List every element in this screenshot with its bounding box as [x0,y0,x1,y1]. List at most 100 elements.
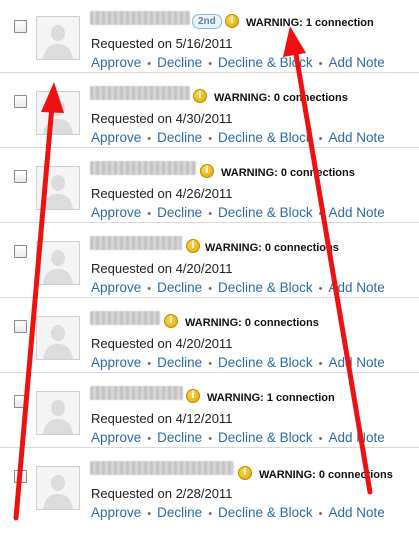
avatar[interactable] [36,91,80,135]
add-note-link[interactable]: Add Note [328,505,384,520]
warning-info-icon: i [225,14,239,28]
add-note-link[interactable]: Add Note [328,55,384,70]
select-checkbox[interactable] [14,470,27,483]
approve-link[interactable]: Approve [91,280,141,295]
avatar[interactable] [36,466,80,510]
action-links: Approve • Decline • Decline & Block • Add Note [91,280,385,297]
action-links: Approve • Decline • Decline & Block • Add Note [91,205,385,222]
separator: • [318,283,323,295]
default-avatar-icon [37,467,79,509]
decline-block-link[interactable]: Decline & Block [218,280,313,295]
list-item: i WARNING: 1 connection Requested on 4/1… [0,372,419,448]
decline-block-link[interactable]: Decline & Block [218,355,313,370]
decline-link[interactable]: Decline [157,355,202,370]
list-item: i WARNING: 0 connections Requested on 4/… [0,147,419,223]
blurred-name[interactable] [90,11,190,25]
select-checkbox[interactable] [14,395,27,408]
action-links: Approve • Decline • Decline & Block • Add Note [91,355,385,372]
decline-link[interactable]: Decline [157,505,202,520]
decline-block-link[interactable]: Decline & Block [218,430,313,445]
decline-block-link[interactable]: Decline & Block [218,55,313,70]
approve-link[interactable]: Approve [91,205,141,220]
separator: • [318,58,323,70]
action-links: Approve • Decline • Decline & Block • Add Note [91,55,385,72]
decline-block-link[interactable]: Decline & Block [218,205,313,220]
warning-text: WARNING: 1 connection [246,17,374,29]
requested-date: Requested on 4/26/2011 [91,186,233,201]
separator: • [147,283,152,295]
warning-text: WARNING: 0 connections [205,242,339,254]
add-note-link[interactable]: Add Note [328,355,384,370]
select-checkbox[interactable] [14,95,27,108]
requested-date: Requested on 2/28/2011 [91,486,233,501]
separator: • [208,58,213,70]
warning-text: WARNING: 0 connections [221,167,355,179]
list-item: i WARNING: 0 connections Requested on 2/… [0,447,419,523]
requested-date: Requested on 5/16/2011 [91,36,233,51]
decline-link[interactable]: Decline [157,430,202,445]
avatar[interactable] [36,166,80,210]
separator: • [147,508,152,520]
requested-date: Requested on 4/12/2011 [91,411,233,426]
separator: • [318,433,323,445]
warning-text: WARNING: 0 connections [185,317,319,329]
avatar[interactable] [36,316,80,360]
default-avatar-icon [37,392,79,434]
warning-text: WARNING: 0 connections [214,92,348,104]
warning-info-icon: i [186,239,200,253]
blurred-name[interactable] [90,236,182,250]
avatar[interactable] [36,241,80,285]
separator: • [147,58,152,70]
separator: • [147,208,152,220]
approve-link[interactable]: Approve [91,355,141,370]
list-item: i WARNING: 0 connections Requested on 4/… [0,72,419,148]
decline-block-link[interactable]: Decline & Block [218,130,313,145]
blurred-name[interactable] [90,161,196,175]
separator: • [208,133,213,145]
add-note-link[interactable]: Add Note [328,205,384,220]
blurred-name[interactable] [90,461,234,475]
avatar[interactable] [36,391,80,435]
blurred-name[interactable] [90,386,183,400]
select-checkbox[interactable] [14,245,27,258]
separator: • [208,208,213,220]
decline-link[interactable]: Decline [157,130,202,145]
separator: • [318,358,323,370]
warning-info-icon: i [164,314,178,328]
separator: • [318,508,323,520]
avatar[interactable] [36,16,80,60]
separator: • [318,208,323,220]
select-checkbox[interactable] [14,170,27,183]
decline-link[interactable]: Decline [157,205,202,220]
separator: • [208,358,213,370]
separator: • [147,133,152,145]
separator: • [208,283,213,295]
blurred-name[interactable] [90,86,190,100]
decline-link[interactable]: Decline [157,280,202,295]
separator: • [208,508,213,520]
approve-link[interactable]: Approve [91,55,141,70]
warning-text: WARNING: 0 connections [259,469,393,481]
blurred-name[interactable] [90,311,160,325]
list-item: i WARNING: 0 connections Requested on 4/… [0,297,419,373]
action-links: Approve • Decline • Decline & Block • Add Note [91,505,385,522]
add-note-link[interactable]: Add Note [328,130,384,145]
list-item: i WARNING: 0 connections Requested on 4/… [0,222,419,298]
select-checkbox[interactable] [14,20,27,33]
add-note-link[interactable]: Add Note [328,430,384,445]
approve-link[interactable]: Approve [91,130,141,145]
select-checkbox[interactable] [14,320,27,333]
degree-badge: 2nd [192,14,222,29]
decline-block-link[interactable]: Decline & Block [218,505,313,520]
separator: • [318,133,323,145]
approve-link[interactable]: Approve [91,430,141,445]
default-avatar-icon [37,317,79,359]
warning-text: WARNING: 1 connection [207,392,335,404]
separator: • [208,433,213,445]
add-note-link[interactable]: Add Note [328,280,384,295]
warning-info-icon: i [200,164,214,178]
decline-link[interactable]: Decline [157,55,202,70]
approve-link[interactable]: Approve [91,505,141,520]
default-avatar-icon [37,92,79,134]
action-links: Approve • Decline • Decline & Block • Add Note [91,130,385,147]
